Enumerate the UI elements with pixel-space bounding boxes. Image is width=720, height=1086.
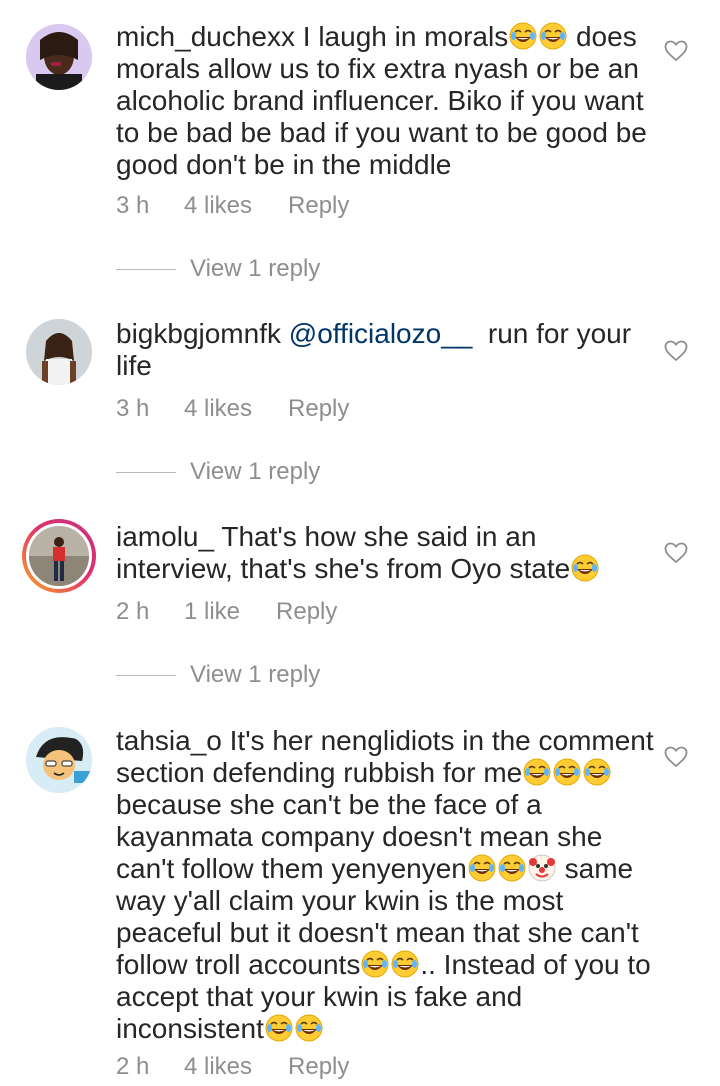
comment-username[interactable]: mich_duchexx xyxy=(116,21,295,52)
comment-meta: 3 h 4 likes Reply xyxy=(116,395,349,423)
avatar-story-ring[interactable] xyxy=(22,519,96,593)
comment-likes[interactable]: 4 likes xyxy=(184,395,252,423)
reply-button[interactable]: Reply xyxy=(276,598,337,626)
divider-line xyxy=(116,674,176,676)
mention-link[interactable]: @officialozo__ xyxy=(289,318,473,349)
comment-meta: 2 h 1 like Reply xyxy=(116,598,337,626)
view-replies-button[interactable]: View 1 reply xyxy=(116,255,320,283)
like-heart-icon[interactable] xyxy=(664,340,688,362)
laugh-emoji-icon xyxy=(295,1014,323,1042)
comment-text: iamolu_ That's how she said in an interv… xyxy=(116,521,656,585)
laugh-emoji-icon xyxy=(571,554,599,582)
view-replies-label: View 1 reply xyxy=(190,661,321,688)
comment-likes[interactable]: 1 like xyxy=(184,598,240,626)
laugh-emoji-icon xyxy=(391,950,419,978)
avatar[interactable] xyxy=(26,24,92,90)
laugh-emoji-icon xyxy=(539,22,567,50)
divider-line xyxy=(116,471,176,473)
reply-button[interactable]: Reply xyxy=(288,395,349,423)
avatar[interactable] xyxy=(26,727,92,793)
laugh-emoji-icon xyxy=(498,854,526,882)
comment-time: 2 h xyxy=(116,598,150,625)
divider-line xyxy=(116,268,176,270)
laugh-emoji-icon xyxy=(583,758,611,786)
like-heart-icon[interactable] xyxy=(664,542,688,564)
comment-time: 3 h xyxy=(116,395,150,422)
avatar xyxy=(26,523,92,589)
comment-username[interactable]: bigkbgjomnfk xyxy=(116,318,281,349)
avatar[interactable] xyxy=(26,319,92,385)
reply-button[interactable]: Reply xyxy=(288,1053,349,1081)
comment-text: bigkbgjomnfk @officialozo__ run for your… xyxy=(116,318,656,382)
view-replies-label: View 1 reply xyxy=(190,255,321,282)
comment-username[interactable]: iamolu_ xyxy=(116,521,214,552)
comment-username[interactable]: tahsia_o xyxy=(116,725,222,756)
view-replies-label: View 1 reply xyxy=(190,458,321,485)
comment-time: 3 h xyxy=(116,192,150,219)
laugh-emoji-icon xyxy=(509,22,537,50)
laugh-emoji-icon xyxy=(523,758,551,786)
view-replies-button[interactable]: View 1 reply xyxy=(116,661,320,689)
comment-meta: 2 h 4 likes Reply xyxy=(116,1053,349,1081)
comment-likes[interactable]: 4 likes xyxy=(184,192,252,220)
comment-time: 2 h xyxy=(116,1053,150,1080)
comment-text-part: I laugh in morals xyxy=(302,21,509,52)
laugh-emoji-icon xyxy=(468,854,496,882)
comment-text: mich_duchexx I laugh in morals does mora… xyxy=(116,21,656,181)
like-heart-icon[interactable] xyxy=(664,746,688,768)
laugh-emoji-icon xyxy=(553,758,581,786)
laugh-emoji-icon xyxy=(361,950,389,978)
clown-emoji-icon xyxy=(528,854,556,882)
comment-meta: 3 h 4 likes Reply xyxy=(116,192,349,220)
laugh-emoji-icon xyxy=(265,1014,293,1042)
reply-button[interactable]: Reply xyxy=(288,192,349,220)
like-heart-icon[interactable] xyxy=(664,40,688,62)
view-replies-button[interactable]: View 1 reply xyxy=(116,458,320,486)
comment-likes[interactable]: 4 likes xyxy=(184,1053,252,1081)
comment-text: tahsia_o It's her nenglidiots in the com… xyxy=(116,725,656,1045)
